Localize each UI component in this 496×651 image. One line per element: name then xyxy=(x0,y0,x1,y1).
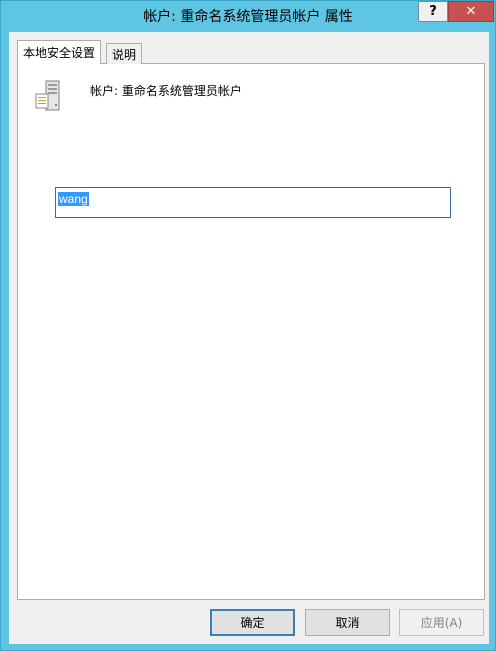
ok-button[interactable]: 确定 xyxy=(210,609,295,636)
server-policy-icon xyxy=(35,80,60,111)
close-icon: ✕ xyxy=(465,4,477,19)
help-icon: ? xyxy=(429,4,437,19)
tab-panel: 帐户: 重命名系统管理员帐户 wang xyxy=(17,63,485,600)
tab-explain[interactable]: 说明 xyxy=(106,43,143,64)
tab-local-security-setting[interactable]: 本地安全设置 xyxy=(17,40,102,64)
title-bar[interactable]: 帐户: 重命名系统管理员帐户 属性 ? ✕ xyxy=(1,1,495,31)
account-name-value: wang xyxy=(58,192,89,206)
cancel-button[interactable]: 取消 xyxy=(305,609,390,636)
close-button[interactable]: ✕ xyxy=(448,1,494,22)
properties-dialog: 帐户: 重命名系统管理员帐户 属性 ? ✕ 本地安全设置 说明 帐户: 重命名系… xyxy=(0,0,496,651)
dialog-body: 本地安全设置 说明 帐户: 重命名系统管理员帐户 wang 确定 取消 应用(A… xyxy=(9,32,489,644)
help-button[interactable]: ? xyxy=(418,1,448,22)
apply-button[interactable]: 应用(A) xyxy=(399,609,484,636)
account-name-input[interactable]: wang xyxy=(55,187,451,218)
policy-title: 帐户: 重命名系统管理员帐户 xyxy=(90,84,242,98)
